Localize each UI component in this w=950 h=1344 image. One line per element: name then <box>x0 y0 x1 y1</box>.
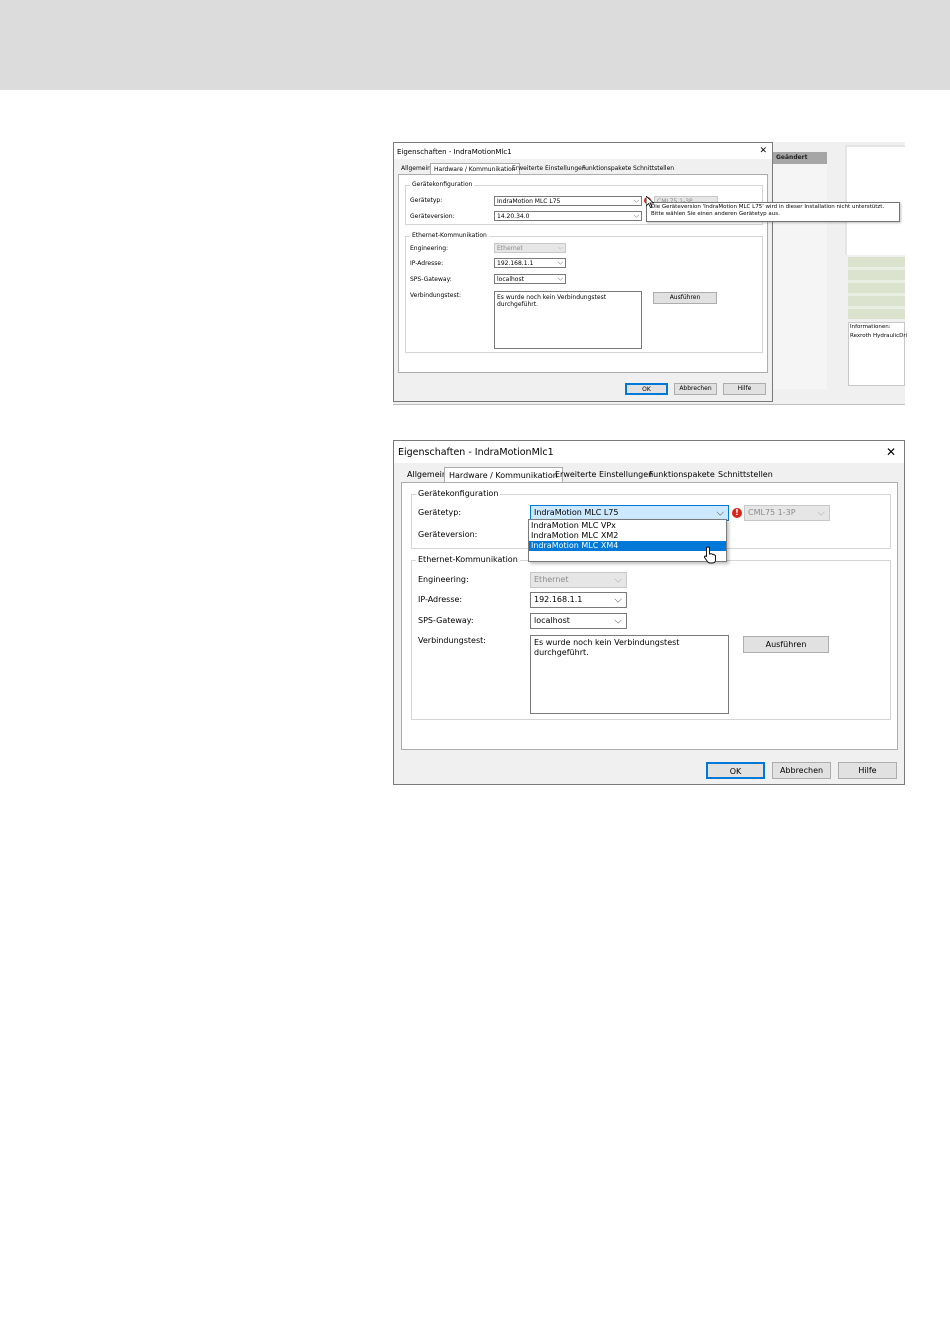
tab-erweiterte-einstellungen[interactable]: Erweiterte Einstellungen <box>551 467 657 483</box>
chevron-down-icon: ⌵ <box>817 507 825 519</box>
run-test-button[interactable]: Ausführen <box>653 292 717 304</box>
dialog-titlebar: Eigenschaften - IndraMotionMlc1 ✕ <box>394 143 772 159</box>
device-type-label: Gerätetyp: <box>418 508 462 517</box>
engineering-label: Engineering: <box>410 245 449 252</box>
ethernet-group: Ethernet-Kommunikation Engineering: Ethe… <box>411 555 891 720</box>
run-test-button[interactable]: Ausführen <box>743 636 829 653</box>
warning-icon: ! <box>732 508 742 518</box>
help-button[interactable]: Hilfe <box>723 383 766 395</box>
engineering-value: Ethernet <box>497 245 523 252</box>
properties-dialog-large: Eigenschaften - IndraMotionMlc1 ✕ Allgem… <box>393 440 905 785</box>
device-type-label: Gerätetyp: <box>410 197 443 204</box>
connection-test-text-line1: Es wurde noch kein Verbindungstest <box>497 294 607 301</box>
ip-label: IP-Adresse: <box>410 260 444 267</box>
engineering-value: Ethernet <box>534 575 569 584</box>
tab-hardware-kommunikation[interactable]: Hardware / Kommunikation <box>444 467 563 483</box>
gateway-value: localhost <box>497 276 524 283</box>
close-icon[interactable]: ✕ <box>886 445 896 459</box>
chevron-down-icon: ⌵ <box>633 196 639 205</box>
dropdown-option-xm2[interactable]: IndraMotion MLC XM2 <box>529 531 726 541</box>
device-version-label: Geräteversion: <box>410 213 455 220</box>
device-config-legend: Gerätekonfiguration <box>410 181 475 188</box>
connection-test-text-line1: Es wurde noch kein Verbindungstest <box>534 638 680 647</box>
chevron-down-icon: ⌵ <box>614 574 622 586</box>
column-header-geaendert: Geändert <box>773 152 827 164</box>
device-version-combo[interactable]: 14.20.34.0 ⌵ <box>494 211 642 221</box>
chevron-down-icon: ⌵ <box>557 243 563 252</box>
chevron-down-icon: ⌵ <box>633 211 639 220</box>
gateway-combo[interactable]: localhost ⌵ <box>530 613 627 629</box>
device-type-combo[interactable]: IndraMotion MLC L75 ⌵ <box>494 196 642 206</box>
device-config-legend: Gerätekonfiguration <box>416 489 501 498</box>
gateway-value: localhost <box>534 616 570 625</box>
tab-schnittstellen[interactable]: Schnittstellen <box>714 467 777 483</box>
info-value: Rexroth HydraulicDri <box>850 333 908 339</box>
ok-button[interactable]: OK <box>706 762 765 779</box>
engineering-label: Engineering: <box>418 575 469 584</box>
unsupported-version-tooltip: Die Geräteversion 'IndraMotion MLC L75' … <box>646 202 900 222</box>
chevron-down-icon: ⌵ <box>557 274 563 283</box>
info-label: Informationen: <box>850 324 891 330</box>
tooltip-line1: Die Geräteversion 'IndraMotion MLC L75' … <box>651 204 885 210</box>
ip-label: IP-Adresse: <box>418 595 463 604</box>
gateway-label: SPS-Gateway: <box>410 276 452 283</box>
device-version-value: 14.20.34.0 <box>497 213 530 220</box>
tab-funktionspakete[interactable]: Funktionspakete <box>645 467 719 483</box>
dropdown-option-xm4[interactable]: IndraMotion MLC XM4 <box>529 541 726 551</box>
device-type-value: IndraMotion MLC L75 <box>534 508 619 517</box>
ok-button[interactable]: OK <box>625 383 668 395</box>
ethernet-legend: Ethernet-Kommunikation <box>410 232 489 239</box>
device-version-label: Geräteversion: <box>418 530 478 539</box>
help-button[interactable]: Hilfe <box>838 762 897 779</box>
cancel-button[interactable]: Abbrechen <box>674 383 717 395</box>
gateway-label: SPS-Gateway: <box>418 616 474 625</box>
tooltip-line2: Bitte wählen Sie einen anderen Gerätetyp… <box>651 211 780 217</box>
connection-test-text-line2: durchgeführt. <box>497 301 538 308</box>
background-list <box>848 257 905 319</box>
page-header-band <box>0 0 950 90</box>
connection-test-label: Verbindungstest: <box>410 292 461 299</box>
device-type-dropdown-list: IndraMotion MLC VPx IndraMotion MLC XM2 … <box>528 519 727 562</box>
background-pane <box>845 145 905 255</box>
ip-value: 192.168.1.1 <box>534 595 583 604</box>
dialog-title: Eigenschaften - IndraMotionMlc1 <box>397 148 512 156</box>
ethernet-legend: Ethernet-Kommunikation <box>416 555 520 564</box>
device-type-value: IndraMotion MLC L75 <box>497 198 561 205</box>
mouse-pointer-icon <box>646 196 654 208</box>
tab-bar: Allgemein Hardware / Kommunikation Erwei… <box>394 467 904 483</box>
ip-value: 192.168.1.1 <box>497 260 534 267</box>
properties-dialog-small: Eigenschaften - IndraMotionMlc1 ✕ Allgem… <box>393 142 773 402</box>
background-column <box>773 164 827 389</box>
connection-test-label: Verbindungstest: <box>418 636 486 645</box>
cancel-button[interactable]: Abbrechen <box>772 762 831 779</box>
ethernet-group: Ethernet-Kommunikation Engineering: Ethe… <box>405 232 763 353</box>
device-subtype-value: CML75 1-3P <box>748 508 796 517</box>
hand-pointer-icon <box>704 546 716 564</box>
chevron-down-icon: ⌵ <box>614 615 622 627</box>
engineering-combo[interactable]: Ethernet ⌵ <box>530 572 627 588</box>
dialog-titlebar: Eigenschaften - IndraMotionMlc1 ✕ <box>394 441 904 463</box>
info-panel: Informationen: Rexroth HydraulicDri <box>848 322 908 386</box>
connection-test-output[interactable]: Es wurde noch kein Verbindungstest durch… <box>530 635 729 714</box>
connection-test-output[interactable]: Es wurde noch kein Verbindungstest durch… <box>494 291 642 349</box>
chevron-down-icon: ⌵ <box>557 258 563 267</box>
dropdown-option-vpx[interactable]: IndraMotion MLC VPx <box>529 521 726 531</box>
connection-test-text-line2: durchgeführt. <box>534 648 589 657</box>
dialog-title: Eigenschaften - IndraMotionMlc1 <box>398 447 554 458</box>
gateway-combo[interactable]: localhost ⌵ <box>494 274 566 284</box>
chevron-down-icon: ⌵ <box>614 594 622 606</box>
chevron-down-icon: ⌵ <box>716 507 724 519</box>
close-icon[interactable]: ✕ <box>759 146 767 156</box>
ip-combo[interactable]: 192.168.1.1 ⌵ <box>530 592 627 608</box>
engineering-combo[interactable]: Ethernet ⌵ <box>494 243 566 253</box>
device-subtype-combo[interactable]: CML75 1-3P ⌵ <box>744 505 830 521</box>
ip-combo[interactable]: 192.168.1.1 ⌵ <box>494 258 566 268</box>
